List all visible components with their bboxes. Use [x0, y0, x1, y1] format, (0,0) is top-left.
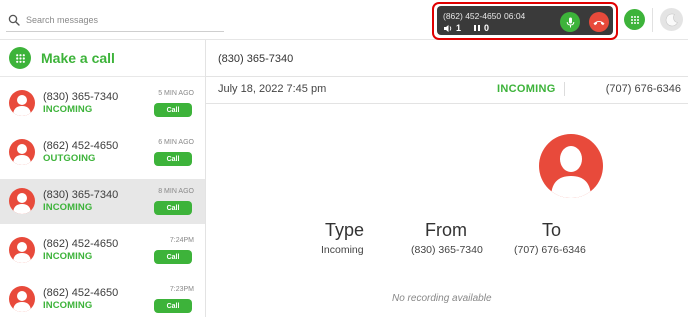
theme-toggle-button[interactable]	[660, 8, 683, 31]
dialpad-button[interactable]	[624, 9, 645, 30]
contact-avatar-large-icon	[539, 134, 603, 198]
call-info-row: July 18, 2022 7:45 pm INCOMING (707) 676…	[206, 77, 688, 103]
active-call-stats: 1 0	[443, 23, 489, 33]
hang-up-icon	[593, 20, 605, 25]
call-to-number: (707) 676-6346	[605, 83, 681, 95]
no-recording-message: No recording available	[392, 293, 492, 304]
search-box[interactable]	[6, 8, 224, 32]
search-input[interactable]	[26, 14, 216, 25]
pause-icon[interactable]	[473, 24, 481, 32]
contact-avatar-icon	[9, 90, 35, 116]
to-heading: To	[542, 220, 562, 240]
call-list-item[interactable]: (862) 452-4650 INCOMING 7:23PM Call	[0, 277, 205, 317]
make-call-button[interactable]: Make a call	[0, 40, 205, 77]
type-value: Incoming	[321, 244, 364, 256]
dialpad-icon	[9, 47, 31, 69]
call-detail-panel: (830) 365-7340 July 18, 2022 7:45 pm INC…	[206, 40, 688, 317]
from-heading: From	[425, 220, 467, 240]
mute-button[interactable]	[560, 12, 580, 32]
contact-avatar-icon	[9, 286, 35, 312]
moon-icon	[665, 13, 678, 26]
top-divider	[652, 8, 653, 32]
call-list-item[interactable]: (830) 365-7340 INCOMING 5 MIN AGO Call	[0, 81, 205, 126]
contact-avatar-icon	[9, 139, 35, 165]
call-list-item[interactable]: (862) 452-4650 INCOMING 7:24PM Call	[0, 228, 205, 273]
info-separator	[564, 82, 565, 96]
info-divider	[206, 103, 688, 104]
calls-sidebar: Make a call (830) 365-7340 INCOMING 5 MI…	[0, 40, 206, 317]
call-back-button[interactable]: Call	[154, 250, 192, 264]
call-direction: INCOMING	[43, 251, 93, 262]
call-time: 6 MIN AGO	[158, 139, 194, 146]
call-number: (862) 452-4650	[43, 238, 119, 250]
make-call-label: Make a call	[41, 50, 115, 66]
hold-count: 0	[484, 23, 490, 33]
active-call-highlight: (862) 452-4650 06:04 1 0	[432, 2, 618, 40]
call-number: (830) 365-7340	[43, 189, 119, 201]
call-list-item-selected[interactable]: (830) 365-7340 INCOMING 8 MIN AGO Call	[0, 179, 205, 224]
call-back-button[interactable]: Call	[154, 201, 192, 215]
type-heading: Type	[325, 220, 365, 240]
hang-up-button[interactable]	[589, 12, 609, 32]
call-direction-badge: INCOMING	[497, 83, 556, 95]
call-time: 7:23PM	[169, 286, 194, 293]
call-time: 8 MIN AGO	[158, 188, 194, 195]
call-direction: OUTGOING	[43, 153, 96, 164]
call-date: July 18, 2022 7:45 pm	[218, 83, 327, 95]
call-time: 5 MIN AGO	[158, 90, 194, 97]
call-direction: INCOMING	[43, 202, 93, 213]
contact-avatar-icon	[9, 237, 35, 263]
detail-header-number: (830) 365-7340	[218, 53, 294, 65]
call-back-button[interactable]: Call	[154, 299, 192, 313]
microphone-icon	[566, 17, 574, 27]
call-back-button[interactable]: Call	[154, 103, 192, 117]
call-number: (862) 452-4650	[43, 140, 119, 152]
call-number: (830) 365-7340	[43, 91, 119, 103]
to-value: (707) 676-6346	[514, 244, 586, 256]
call-list-item[interactable]: (862) 452-4650 OUTGOING 6 MIN AGO Call	[0, 130, 205, 175]
active-call-timer: 06:04	[504, 11, 526, 21]
from-value: (830) 365-7340	[411, 244, 483, 256]
contact-avatar-icon	[9, 188, 35, 214]
call-time: 7:24PM	[169, 237, 194, 244]
call-direction: INCOMING	[43, 300, 93, 311]
active-call-bar: (862) 452-4650 06:04 1 0	[437, 6, 613, 35]
speaker-count: 1	[456, 23, 462, 33]
active-call-number: (862) 452-4650	[443, 11, 502, 21]
call-direction: INCOMING	[43, 104, 93, 115]
dialpad-icon	[630, 15, 639, 24]
top-bar: (862) 452-4650 06:04 1 0	[0, 0, 688, 40]
search-icon	[8, 14, 20, 26]
speaker-icon[interactable]	[443, 24, 453, 33]
call-back-button[interactable]: Call	[154, 152, 192, 166]
call-number: (862) 452-4650	[43, 287, 119, 299]
